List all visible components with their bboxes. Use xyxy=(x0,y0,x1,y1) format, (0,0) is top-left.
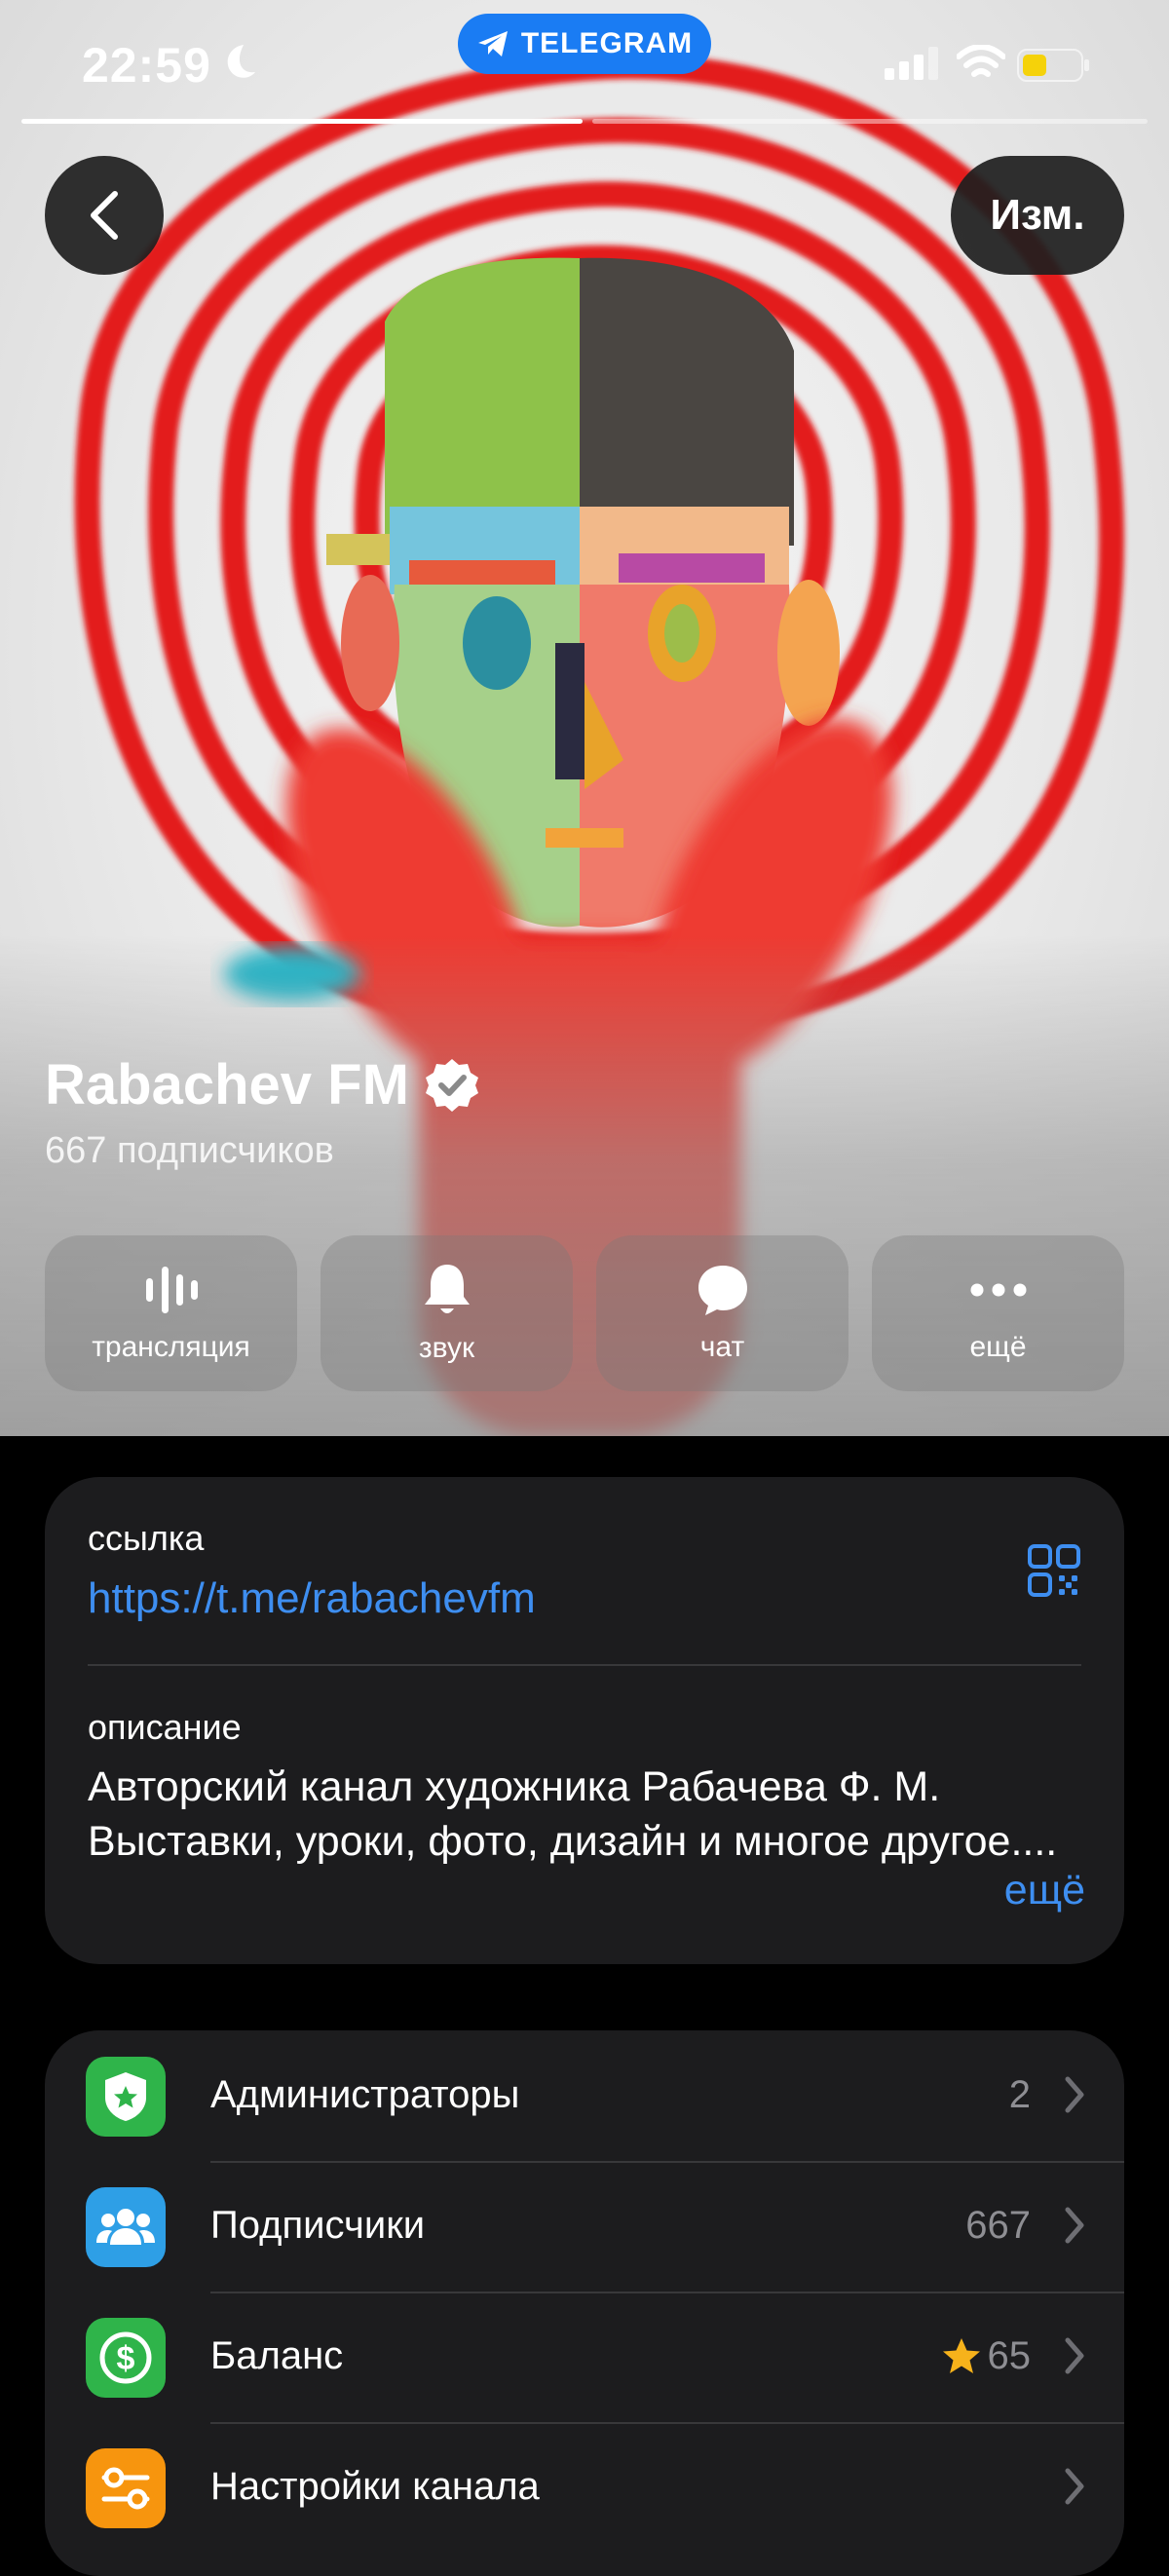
story-progress-1 xyxy=(21,119,583,124)
admins-count: 2 xyxy=(1008,2073,1031,2116)
row-value: 667 xyxy=(965,2204,1031,2248)
svg-text:$: $ xyxy=(117,2340,135,2377)
broadcast-icon xyxy=(145,1267,198,1313)
chevron-right-icon xyxy=(1065,2468,1084,2505)
row-value: 65 xyxy=(941,2334,1032,2378)
telegram-pill[interactable]: TELEGRAM xyxy=(458,14,711,74)
bell-icon xyxy=(424,1265,470,1313)
row-label: Подписчики xyxy=(210,2204,426,2247)
broadcast-button[interactable]: трансляция xyxy=(45,1235,297,1391)
channel-menu-card: Администраторы 2 Подписчики 667 $ Баланс… xyxy=(45,2030,1124,2576)
action-bar: трансляция звук чат ещё xyxy=(45,1235,1124,1391)
status-time: 22:59 xyxy=(82,38,211,93)
row-label: Администраторы xyxy=(210,2073,520,2116)
row-value: 2 xyxy=(1009,2073,1031,2117)
more-button[interactable]: ещё xyxy=(872,1235,1124,1391)
description-caption: описание xyxy=(88,1707,242,1747)
chevron-right-icon xyxy=(1065,2207,1084,2244)
story-progress-2 xyxy=(592,119,1148,124)
chat-button[interactable]: чат xyxy=(596,1235,848,1391)
edit-button[interactable]: Изм. xyxy=(951,156,1124,275)
qr-code-icon[interactable] xyxy=(1027,1543,1081,1598)
subscribers-count: 667 xyxy=(965,2204,1031,2247)
row-subscribers[interactable]: Подписчики 667 xyxy=(45,2161,1124,2292)
chevron-right-icon xyxy=(1065,2337,1084,2374)
channel-settings-icon xyxy=(86,2448,166,2528)
chat-label: чат xyxy=(699,1331,745,1363)
channel-title: Rabachev FM xyxy=(45,1052,481,1118)
chevron-left-icon xyxy=(91,191,118,240)
description-more-link[interactable]: ещё xyxy=(984,1867,1085,1914)
channel-link[interactable]: https://t.me/rabachevfm xyxy=(88,1574,536,1623)
moon-icon xyxy=(227,45,255,78)
wifi-icon xyxy=(957,45,1005,77)
info-card: ссылка https://t.me/rabachevfm описание … xyxy=(45,1477,1124,1964)
chat-bubble-icon xyxy=(698,1266,747,1315)
battery-icon xyxy=(1017,49,1089,82)
chevron-right-icon xyxy=(1065,2076,1084,2113)
row-channel-settings[interactable]: Настройки канала xyxy=(45,2422,1124,2553)
subscribers-icon xyxy=(86,2187,166,2267)
telegram-plane-icon xyxy=(477,31,508,57)
row-balance[interactable]: $ Баланс 65 xyxy=(45,2292,1124,2422)
sound-label: звук xyxy=(418,1332,475,1364)
more-dots-icon xyxy=(970,1283,1026,1297)
admin-shield-icon xyxy=(86,2057,166,2137)
sound-button[interactable]: звук xyxy=(321,1235,573,1391)
broadcast-label: трансляция xyxy=(92,1331,250,1363)
channel-description: Авторский канал художника Рабачева Ф. М.… xyxy=(88,1763,1058,1865)
subscriber-count: 667 подписчиков xyxy=(45,1130,334,1171)
info-divider xyxy=(88,1664,1081,1666)
cellular-signal-icon xyxy=(885,47,938,80)
back-button[interactable] xyxy=(45,156,164,275)
link-caption: ссылка xyxy=(88,1518,205,1558)
channel-name-text: Rabachev FM xyxy=(45,1053,409,1117)
verified-badge-icon xyxy=(425,1058,478,1112)
row-administrators[interactable]: Администраторы 2 xyxy=(45,2030,1124,2161)
balance-amount: 65 xyxy=(987,2334,1032,2377)
more-label: ещё xyxy=(969,1331,1027,1363)
balance-icon: $ xyxy=(86,2318,166,2398)
row-label: Баланс xyxy=(210,2334,344,2377)
row-label: Настройки канала xyxy=(210,2465,540,2508)
star-icon xyxy=(942,2337,980,2373)
telegram-pill-label: TELEGRAM xyxy=(520,27,694,59)
